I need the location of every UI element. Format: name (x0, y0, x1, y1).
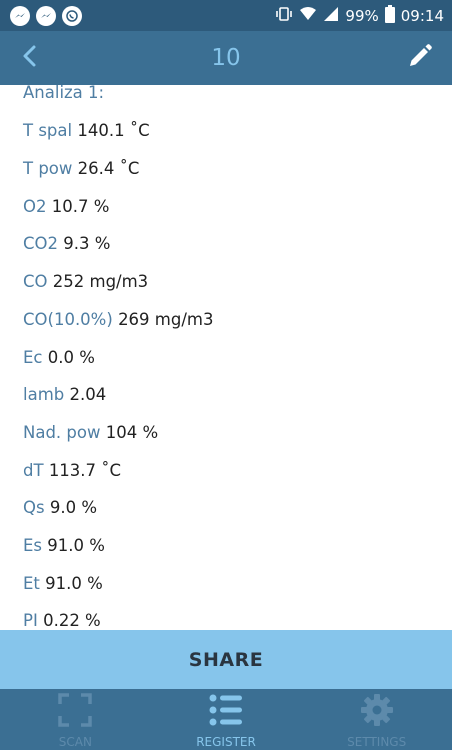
back-button[interactable] (14, 42, 44, 74)
list-item: Ec 0.0 % (23, 347, 95, 369)
share-button[interactable]: SHARE (0, 630, 452, 689)
battery-icon (384, 4, 395, 27)
list-item: T pow 26.4 ˚C (23, 158, 139, 180)
signal-icon (323, 6, 339, 26)
list-item: CO 252 mg/m3 (23, 271, 148, 293)
parameter-label: CO2 (23, 234, 59, 253)
app-bar: 10 (0, 31, 452, 85)
wifi-icon (299, 6, 317, 26)
parameter-label: Ec (23, 348, 43, 367)
parameter-label: Es (23, 536, 43, 555)
scan-icon (58, 693, 93, 731)
list-item: Nad. pow 104 % (23, 422, 158, 444)
analysis-content[interactable]: Analiza 1: T spal 140.1 ˚C T pow 26.4 ˚C… (0, 85, 452, 630)
page-title: 10 (211, 45, 241, 71)
tab-label: REGISTER (196, 735, 256, 749)
parameter-label: dT (23, 461, 44, 480)
status-bar: 99% 09:14 (0, 0, 452, 31)
parameter-value: 269 mg/m3 (118, 310, 214, 329)
list-item: CO(10.0%) 269 mg/m3 (23, 309, 213, 331)
edit-button[interactable] (404, 42, 436, 74)
list-item: PI 0.22 % (23, 610, 101, 630)
parameter-value: 252 mg/m3 (52, 272, 149, 291)
tab-label: SCAN (58, 735, 92, 749)
list-item: dT 113.7 ˚C (23, 460, 121, 482)
list-item: Es 91.0 % (23, 535, 105, 557)
parameter-value: 9.0 % (49, 498, 98, 517)
parameter-label: Qs (23, 498, 45, 517)
whatsapp-icon (62, 5, 82, 26)
messenger-icon (36, 5, 56, 26)
bottom-navigation: SCAN REGISTER SETTINGS (0, 689, 452, 750)
pencil-icon (407, 43, 433, 73)
list-item: Qs 9.0 % (23, 497, 97, 519)
parameter-value: 10.7 % (51, 197, 110, 216)
parameter-value: 140.1 ˚C (77, 121, 150, 140)
parameter-label: T pow (23, 159, 73, 178)
parameter-value: 0.22 % (43, 611, 101, 630)
parameter-label: Et (23, 574, 40, 593)
parameter-label: T spal (23, 121, 73, 140)
parameter-label: Nad. pow (23, 423, 101, 442)
parameter-label: PI (23, 611, 38, 630)
list-item: T spal 140.1 ˚C (23, 120, 150, 142)
parameter-value: 104 % (105, 423, 159, 442)
list-icon (209, 693, 243, 731)
vibrate-icon (275, 6, 293, 26)
parameter-value: 0.0 % (47, 348, 95, 367)
messenger-icon (10, 5, 30, 26)
list-item: CO2 9.3 % (23, 233, 110, 255)
parameter-label: CO(10.0%) (23, 310, 113, 329)
system-status: 99% 09:14 (275, 4, 444, 27)
parameter-value: 113.7 ˚C (48, 461, 122, 480)
parameter-label: lamb (23, 385, 65, 404)
list-item: O2 10.7 % (23, 196, 109, 218)
battery-level: 99% (345, 6, 379, 25)
share-label: SHARE (188, 648, 264, 671)
parameter-value: 2.04 (69, 385, 107, 404)
parameter-value: 91.0 % (47, 536, 105, 555)
parameter-label: O2 (23, 197, 47, 216)
analysis-heading: Analiza 1: (23, 85, 105, 102)
parameter-value: 9.3 % (63, 234, 111, 253)
clock: 09:14 (400, 6, 444, 25)
list-item: Et 91.0 % (23, 573, 103, 595)
list-item: lamb 2.04 (23, 384, 106, 406)
parameter-label: CO (23, 272, 48, 291)
tab-scan[interactable]: SCAN (0, 689, 151, 750)
gear-icon (360, 693, 394, 731)
chevron-left-icon (21, 44, 37, 72)
parameter-value: 91.0 % (45, 574, 103, 593)
notification-icons (10, 5, 82, 26)
parameter-value: 26.4 ˚C (77, 159, 140, 178)
tab-settings[interactable]: SETTINGS (301, 689, 452, 750)
tab-register[interactable]: REGISTER (151, 689, 302, 750)
tab-label: SETTINGS (347, 735, 407, 749)
